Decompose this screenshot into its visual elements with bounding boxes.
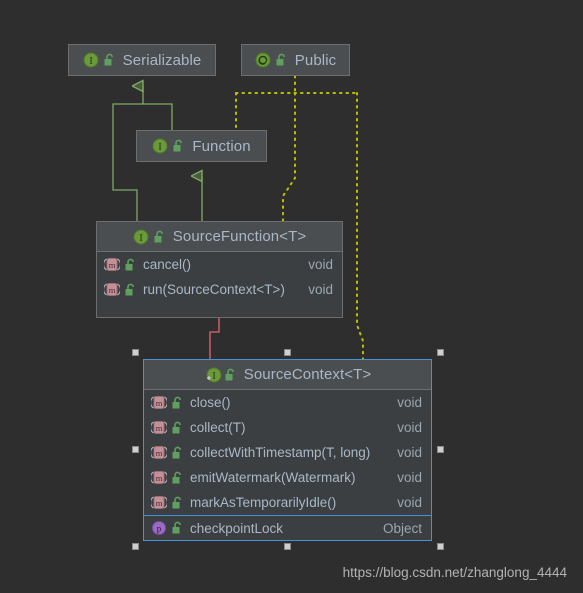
table-row[interactable]: m collect(T) void xyxy=(144,415,431,440)
member-name: close() xyxy=(190,395,231,410)
table-row[interactable]: m collectWithTimestamp(T, long) void xyxy=(144,440,431,465)
svg-text:p: p xyxy=(157,524,162,534)
member-name: checkpointLock xyxy=(190,520,284,536)
svg-text:I: I xyxy=(159,142,162,153)
class-header-public: Public xyxy=(242,45,349,75)
member-type: void xyxy=(397,445,422,460)
class-box-public[interactable]: Public xyxy=(241,44,350,76)
svg-text:m: m xyxy=(156,473,163,483)
svg-text:I: I xyxy=(89,56,92,67)
class-box-serializable[interactable]: I Serializable xyxy=(68,44,216,76)
unlocked-icon xyxy=(224,368,237,382)
method-icon: m xyxy=(150,495,168,510)
unlocked-icon xyxy=(124,258,137,272)
member-row[interactable]: m run(SourceContext<T>) void xyxy=(97,277,342,302)
member-type: void xyxy=(308,282,333,297)
class-name-serializable: Serializable xyxy=(122,51,202,69)
unlocked-icon xyxy=(171,521,184,535)
class-box-sourcefunction[interactable]: I SourceFunction<T> m cancel() void m ru… xyxy=(96,221,343,318)
inheritance-sourcefunction-to-serializable xyxy=(112,103,143,222)
svg-text:m: m xyxy=(156,498,163,508)
member-type: void xyxy=(397,420,422,435)
svg-text:m: m xyxy=(156,398,163,408)
unlocked-icon xyxy=(103,53,116,67)
method-icon: m xyxy=(150,420,168,435)
interface-icon: I xyxy=(152,138,168,154)
unlocked-icon xyxy=(172,139,185,153)
class-box-function[interactable]: I Function xyxy=(136,130,267,162)
resize-handle-bottom-right[interactable] xyxy=(437,543,444,550)
table-row[interactable]: p checkpointLock Object xyxy=(144,515,431,540)
member-type: void xyxy=(397,495,422,510)
class-header-function: I Function xyxy=(137,131,266,161)
unlocked-icon xyxy=(124,283,137,297)
table-row[interactable]: m close() void xyxy=(144,390,431,415)
svg-text:I: I xyxy=(139,233,142,244)
method-icon: m xyxy=(150,445,168,460)
watermark-text: https://blog.csdn.net/zhanglong_4444 xyxy=(342,565,567,580)
interface-icon: I xyxy=(83,52,99,68)
resize-handle-top-center[interactable] xyxy=(284,349,291,356)
unlocked-icon xyxy=(275,53,288,67)
class-header-sourcecontext: I SourceContext<T> xyxy=(144,360,431,390)
annotation-icon xyxy=(255,52,271,68)
method-icon: m xyxy=(103,257,121,272)
svg-text:m: m xyxy=(109,285,116,295)
resize-handle-middle-right[interactable] xyxy=(437,446,444,453)
class-box-sourcecontext[interactable]: I SourceContext<T> m close() void m coll… xyxy=(143,359,432,541)
member-type: Object xyxy=(382,520,422,536)
unlocked-icon xyxy=(171,496,184,510)
class-name-sourcefunction: SourceFunction<T> xyxy=(172,228,307,245)
field-icon: p xyxy=(151,520,167,536)
member-list-sourcecontext: m close() void m collect(T) void m colle… xyxy=(144,390,431,540)
member-name: collect(T) xyxy=(190,420,246,435)
resize-handle-bottom-center[interactable] xyxy=(284,543,291,550)
interface-icon: I xyxy=(133,229,149,245)
class-name-sourcecontext: SourceContext<T> xyxy=(243,366,372,383)
table-row[interactable]: m emitWatermark(Watermark) void xyxy=(144,465,431,490)
class-header-serializable: I Serializable xyxy=(69,45,215,75)
member-name: emitWatermark(Watermark) xyxy=(190,470,356,485)
resize-handle-middle-left[interactable] xyxy=(132,446,139,453)
member-name: markAsTemporarilyIdle() xyxy=(190,495,337,510)
member-type: void xyxy=(397,395,422,410)
class-name-public: Public xyxy=(294,51,337,69)
method-icon: m xyxy=(103,282,121,297)
unlocked-icon xyxy=(171,396,184,410)
member-type: void xyxy=(397,470,422,485)
svg-text:m: m xyxy=(109,260,116,270)
member-list-sourcefunction: m cancel() void m run(SourceContext<T>) … xyxy=(97,252,342,302)
resize-handle-top-right[interactable] xyxy=(437,349,444,356)
uml-diagram-canvas[interactable]: I Serializable Public I Function I Sourc… xyxy=(0,0,583,593)
unlocked-icon xyxy=(171,471,184,485)
class-name-function: Function xyxy=(192,137,251,155)
unlocked-icon xyxy=(171,446,184,460)
unlocked-icon xyxy=(153,230,166,244)
member-row[interactable]: m cancel() void xyxy=(97,252,342,277)
class-header-sourcefunction: I SourceFunction<T> xyxy=(97,222,342,252)
member-type: void xyxy=(308,257,333,272)
resize-handle-bottom-left[interactable] xyxy=(132,543,139,550)
member-name: cancel() xyxy=(143,257,192,272)
svg-text:m: m xyxy=(156,423,163,433)
method-icon: m xyxy=(150,470,168,485)
member-name: run(SourceContext<T>) xyxy=(143,282,285,297)
svg-text:I: I xyxy=(212,371,215,382)
svg-text:m: m xyxy=(156,448,163,458)
inner-interface-icon: I xyxy=(204,367,222,383)
unlocked-icon xyxy=(171,421,184,435)
method-icon: m xyxy=(150,395,168,410)
resize-handle-top-left[interactable] xyxy=(132,349,139,356)
table-row[interactable]: m markAsTemporarilyIdle() void xyxy=(144,490,431,515)
member-name: collectWithTimestamp(T, long) xyxy=(190,445,371,460)
